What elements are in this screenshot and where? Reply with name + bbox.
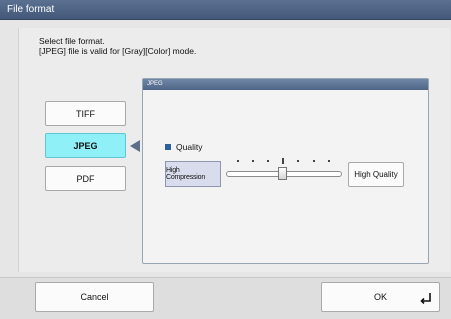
slider-tick xyxy=(282,158,284,164)
pdf-button[interactable]: PDF xyxy=(45,166,126,191)
slider-tick xyxy=(237,160,239,162)
slider-tick xyxy=(328,160,330,162)
ok-label: OK xyxy=(373,292,387,302)
window-title: File format xyxy=(7,4,55,15)
jpeg-button[interactable]: JPEG xyxy=(45,133,126,158)
instructions: Select file format. [JPEG] file is valid… xyxy=(39,36,196,56)
cancel-label: Cancel xyxy=(80,292,109,302)
slider-tick xyxy=(313,160,315,162)
instruction-line-1: Select file format. xyxy=(39,36,105,46)
high-quality-button[interactable]: High Quality xyxy=(348,162,404,187)
arrow-left-icon xyxy=(130,140,140,152)
slider-tick xyxy=(252,160,254,162)
ok-button[interactable]: OK xyxy=(321,282,440,312)
instruction-line-2: [JPEG] file is valid for [Gray][Color] m… xyxy=(39,46,197,56)
enter-icon xyxy=(420,293,431,304)
cancel-button[interactable]: Cancel xyxy=(35,282,154,312)
high-compression-button[interactable]: High Compression xyxy=(165,161,221,187)
panel-header: JPEG xyxy=(143,79,428,90)
tiff-button[interactable]: TIFF xyxy=(45,101,126,126)
slider-tick xyxy=(297,160,299,162)
quality-marker-icon xyxy=(165,144,171,150)
quality-slider-handle[interactable] xyxy=(278,167,287,180)
title-bar: File format xyxy=(0,0,451,20)
quality-label-group: Quality xyxy=(165,142,202,152)
slider-tick xyxy=(267,160,269,162)
quality-label: Quality xyxy=(176,142,203,152)
